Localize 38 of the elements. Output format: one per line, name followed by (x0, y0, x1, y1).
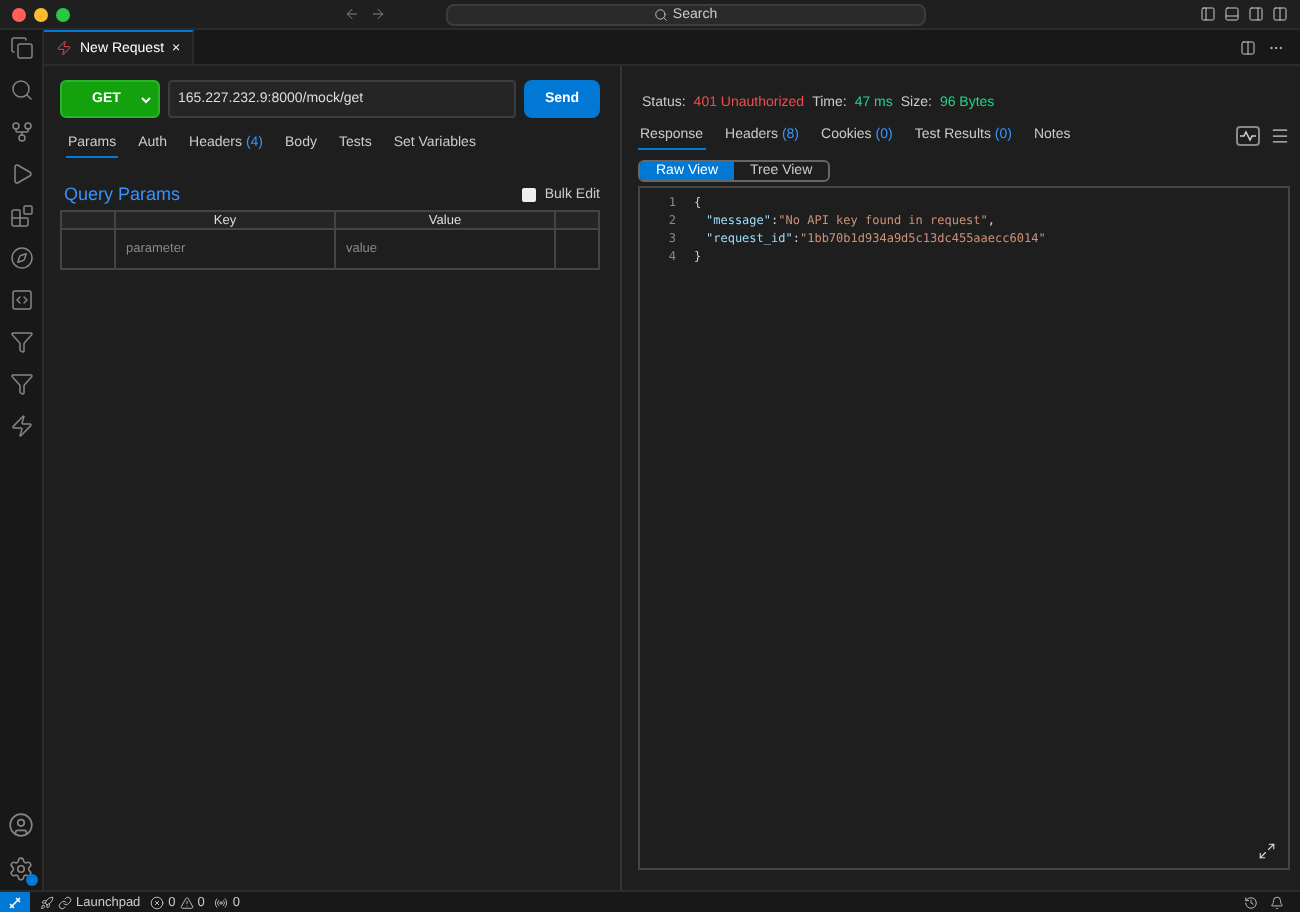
files-icon[interactable] (9, 36, 33, 60)
warning-icon[interactable] (179, 895, 194, 909)
bell-icon[interactable] (1270, 895, 1284, 909)
broadcast-icon[interactable] (214, 895, 229, 909)
panel-left-icon[interactable] (1200, 6, 1216, 22)
error-icon[interactable] (150, 895, 165, 909)
extensions-icon[interactable] (9, 204, 33, 228)
api-icon[interactable] (9, 288, 33, 312)
layout-icon[interactable] (1272, 6, 1288, 22)
remote-button[interactable] (0, 892, 30, 912)
close-window-button[interactable] (12, 7, 26, 21)
remote-icon (8, 895, 22, 909)
run-icon[interactable] (9, 162, 33, 186)
lightning-icon[interactable] (9, 414, 33, 438)
account-icon[interactable] (8, 812, 34, 838)
zoom-window-button[interactable] (56, 7, 70, 21)
branch-icon[interactable] (9, 120, 33, 144)
code-view-button[interactable] (1236, 126, 1260, 146)
link-icon[interactable] (58, 895, 72, 909)
search-icon[interactable] (9, 78, 33, 102)
compass-icon[interactable] (9, 246, 33, 270)
chevron-icon (140, 95, 152, 103)
search-icon[interactable] (654, 7, 669, 21)
expand-icon[interactable] (1258, 842, 1276, 860)
rocket-icon[interactable] (40, 895, 54, 909)
settings-icon[interactable] (8, 856, 34, 882)
minimize-window-button[interactable] (34, 7, 48, 21)
history-icon[interactable] (1244, 895, 1258, 909)
panel-right-icon[interactable] (1248, 6, 1264, 22)
funnel-icon[interactable] (9, 330, 33, 354)
funnel-icon[interactable] (9, 372, 33, 396)
forward-arrow-icon[interactable] (370, 6, 386, 22)
section-title: Query Params (64, 184, 181, 204)
menu-icon[interactable] (1270, 126, 1290, 146)
panel-bottom-icon[interactable] (1224, 6, 1240, 22)
lightning-icon[interactable] (56, 40, 72, 56)
split-editor-icon[interactable] (1240, 39, 1256, 55)
back-arrow-icon[interactable] (344, 6, 360, 22)
